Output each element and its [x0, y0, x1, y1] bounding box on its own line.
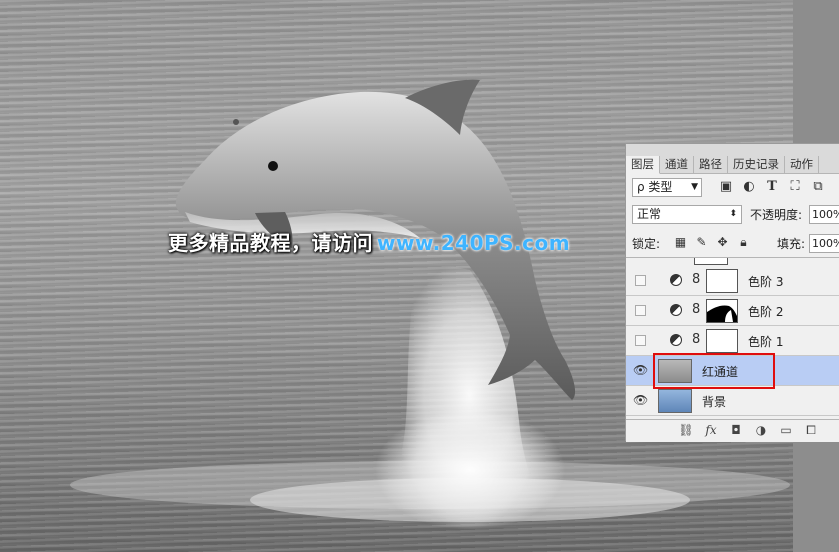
- shape-filter-icon[interactable]: ⛶: [787, 179, 803, 195]
- layers-list[interactable]: 8 色阶 3 8 色阶 2 8 色阶 1 👁︎ 红通道 👁︎ 背景: [626, 257, 839, 420]
- fill-label: 填充:: [777, 237, 806, 251]
- link-layers-icon[interactable]: ⛓: [678, 422, 694, 439]
- lock-position-icon[interactable]: ✥: [715, 235, 730, 250]
- blend-row: 正常 ⬍ 不透明度: 100%: [632, 205, 839, 225]
- new-adjustment-icon[interactable]: ◑: [753, 422, 769, 439]
- smart-object-filter-icon[interactable]: ⧉: [810, 179, 826, 195]
- layer-name: 色阶 3: [748, 275, 784, 289]
- eye-icon[interactable]: 👁︎: [633, 364, 648, 376]
- visibility-toggle[interactable]: [635, 335, 646, 346]
- eye-icon[interactable]: 👁︎: [633, 394, 648, 406]
- layer-filter-row: ρ 类型 ▼ ▣ ◐ T ⛶ ⧉: [632, 178, 836, 198]
- chevron-updown-icon: ⬍: [729, 209, 737, 219]
- layer-name: 色阶 2: [748, 305, 784, 319]
- layer-kind-label: ρ 类型: [637, 180, 673, 194]
- layer-kind-select[interactable]: ρ 类型 ▼: [632, 178, 702, 197]
- link-icon[interactable]: 8: [692, 272, 700, 287]
- watermark-text: 更多精品教程，请访问: [168, 231, 373, 255]
- levels-adjustment-icon: [670, 274, 682, 286]
- layer-mask-thumbnail[interactable]: [706, 269, 738, 293]
- layers-panel: 图层 通道 路径 历史记录 动作 ρ 类型 ▼ ▣ ◐ T ⛶ ⧉ 正常 ⬍ 不…: [625, 143, 839, 442]
- tab-layers[interactable]: 图层: [626, 156, 660, 174]
- layer-name: 背景: [702, 395, 727, 409]
- layer-name: 红通道: [702, 365, 739, 379]
- filter-icons: ▣ ◐ T ⛶ ⧉: [718, 179, 826, 195]
- watermark-url: www.240PS.com: [377, 231, 571, 255]
- visibility-toggle[interactable]: [635, 275, 646, 286]
- blend-mode-value: 正常: [637, 207, 662, 221]
- new-group-icon[interactable]: ▭: [778, 422, 794, 439]
- link-icon[interactable]: 8: [692, 302, 700, 317]
- layer-mask-thumbnail[interactable]: [706, 299, 738, 323]
- dolphin-mask-shape: [707, 300, 737, 322]
- tab-paths[interactable]: 路径: [694, 156, 728, 174]
- tab-history[interactable]: 历史记录: [728, 156, 785, 174]
- fill-input[interactable]: 100%: [809, 234, 839, 253]
- layer-row-levels-2[interactable]: 8 色阶 2: [626, 296, 839, 326]
- image-filter-icon[interactable]: ▣: [718, 179, 734, 195]
- tab-channels[interactable]: 通道: [660, 156, 694, 174]
- layer-row-levels-1[interactable]: 8 色阶 1: [626, 326, 839, 356]
- blend-mode-select[interactable]: 正常 ⬍: [632, 205, 742, 224]
- layer-row-red-channel[interactable]: 👁︎ 红通道: [626, 356, 839, 386]
- layer-thumbnail[interactable]: [658, 359, 692, 383]
- new-layer-icon[interactable]: ⧠: [803, 422, 819, 439]
- panel-tabs: 图层 通道 路径 历史记录 动作: [626, 156, 819, 174]
- type-filter-icon[interactable]: T: [764, 179, 780, 195]
- lock-row: 锁定: ▦ ✎ ✥ 🔒︎ 填充: 100%: [632, 234, 839, 254]
- link-icon[interactable]: 8: [692, 332, 700, 347]
- adjustment-filter-icon[interactable]: ◐: [741, 179, 757, 195]
- chevron-down-icon: ▼: [691, 182, 698, 192]
- add-mask-icon[interactable]: ◘: [728, 422, 744, 439]
- opacity-input[interactable]: 100%: [809, 205, 839, 224]
- layer-thumbnail[interactable]: [658, 389, 692, 413]
- watermark: 更多精品教程，请访问 www.240PS.com: [168, 228, 570, 258]
- visibility-toggle[interactable]: [635, 305, 646, 316]
- lock-transparent-icon[interactable]: ▦: [673, 235, 688, 250]
- layers-panel-footer: ⛓ fx ◘ ◑ ▭ ⧠: [626, 419, 839, 442]
- layer-name: 色阶 1: [748, 335, 784, 349]
- opacity-label: 不透明度:: [750, 208, 803, 222]
- layer-mask-thumbnail[interactable]: [706, 329, 738, 353]
- lock-all-icon[interactable]: 🔒︎: [736, 235, 751, 250]
- levels-adjustment-icon: [670, 334, 682, 346]
- partial-layer-thumbnail: [694, 258, 728, 265]
- lock-image-icon[interactable]: ✎: [694, 235, 709, 250]
- lock-label: 锁定:: [632, 237, 661, 251]
- footer-icons: ⛓ fx ◘ ◑ ▭ ⧠: [678, 422, 819, 439]
- layer-row-background[interactable]: 👁︎ 背景: [626, 386, 839, 416]
- tab-actions[interactable]: 动作: [785, 156, 819, 174]
- fx-icon[interactable]: fx: [703, 422, 719, 439]
- layer-row-levels-3[interactable]: 8 色阶 3: [626, 266, 839, 296]
- lock-icons: ▦ ✎ ✥ 🔒︎: [673, 235, 751, 250]
- levels-adjustment-icon: [670, 304, 682, 316]
